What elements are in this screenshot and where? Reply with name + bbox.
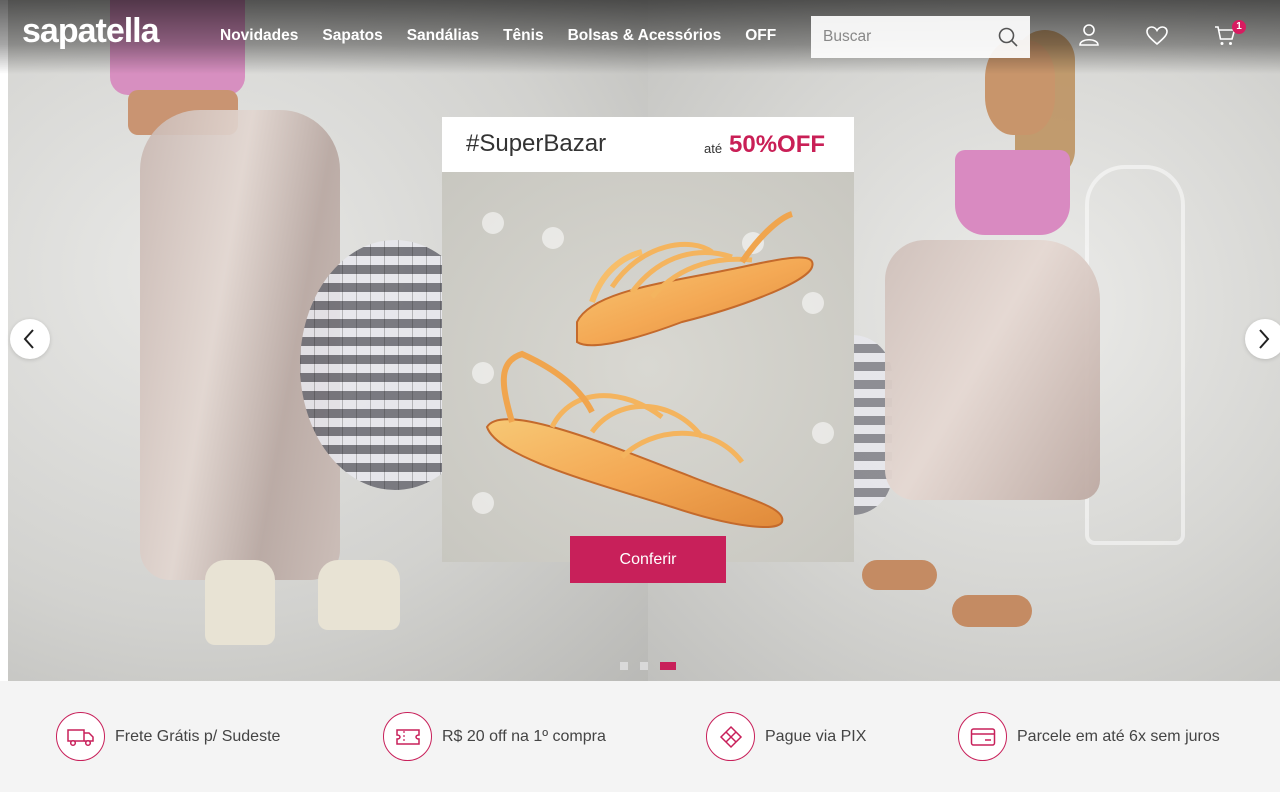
benefit-text: Pague via PIX	[765, 727, 867, 745]
heart-icon[interactable]	[1146, 26, 1168, 51]
credit-card-icon	[958, 712, 1007, 761]
promo-title: #SuperBazar	[466, 130, 607, 157]
nav-item-novidades[interactable]: Novidades	[220, 27, 298, 45]
search-box	[811, 16, 1030, 58]
truck-icon	[56, 712, 105, 761]
promo-product-image[interactable]	[442, 172, 854, 562]
model-sandal-1	[862, 560, 937, 590]
benefit-installments: Parcele em até 6x sem juros	[958, 712, 1220, 761]
search-input[interactable]	[811, 16, 991, 58]
benefit-pix: Pague via PIX	[706, 712, 866, 761]
promo-prefix: até	[704, 141, 723, 156]
site-logo[interactable]: sapatella	[22, 12, 160, 51]
nav-item-tenis[interactable]: Tênis	[503, 27, 543, 45]
site-header: sapatella Novidades Sapatos Sandálias Tê…	[0, 0, 1280, 74]
user-icon[interactable]	[1079, 24, 1099, 51]
cart-count-badge: 1	[1232, 20, 1246, 34]
carousel-prev-button[interactable]	[10, 319, 50, 359]
model-top-right	[955, 150, 1070, 235]
search-icon[interactable]	[998, 27, 1018, 52]
promo-discount: 50%OFF	[729, 131, 826, 158]
model-shoe-right	[318, 560, 400, 630]
sandals-illustration	[485, 211, 814, 528]
hero-edge	[0, 0, 8, 681]
benefits-bar: Frete Grátis p/ Sudeste R$ 20 off na 1º …	[0, 681, 1280, 792]
benefit-text: R$ 20 off na 1º compra	[442, 727, 606, 745]
main-nav: Novidades Sapatos Sandálias Tênis Bolsas…	[220, 27, 800, 45]
chevron-right-icon	[1259, 329, 1270, 349]
nav-item-sapatos[interactable]: Sapatos	[322, 27, 382, 45]
carousel-dot[interactable]	[640, 662, 648, 670]
nav-item-sandalias[interactable]: Sandálias	[407, 27, 479, 45]
benefit-text: Frete Grátis p/ Sudeste	[115, 727, 281, 745]
ticket-icon	[383, 712, 432, 761]
carousel-pagination	[620, 662, 676, 670]
model-shoe-left	[205, 560, 275, 645]
acrylic-chair	[1085, 165, 1185, 545]
benefit-first-purchase: R$ 20 off na 1º compra	[383, 712, 606, 761]
nav-item-bolsas-acessorios[interactable]: Bolsas & Acessórios	[568, 27, 722, 45]
pix-icon	[706, 712, 755, 761]
promo-header: #SuperBazar até 50%OFF	[442, 117, 854, 172]
conferir-button[interactable]: Conferir	[570, 536, 726, 583]
nav-item-off[interactable]: OFF	[745, 27, 776, 45]
carousel-dot[interactable]	[620, 662, 628, 670]
benefit-shipping: Frete Grátis p/ Sudeste	[56, 712, 280, 761]
carousel-dot-active[interactable]	[660, 662, 676, 670]
carousel-next-button[interactable]	[1245, 319, 1280, 359]
model-sandal-2	[952, 595, 1032, 627]
benefit-text: Parcele em até 6x sem juros	[1017, 727, 1220, 745]
model-pants-right	[885, 240, 1100, 500]
chevron-left-icon	[23, 329, 34, 349]
